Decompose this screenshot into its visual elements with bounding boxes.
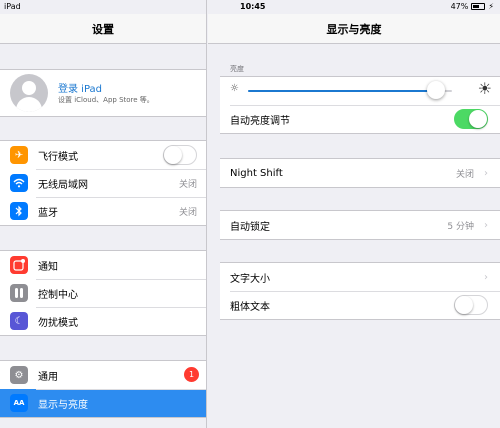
auto-lock-group: 自动锁定 5 分钟 ›: [220, 210, 500, 240]
display-icon: AA: [10, 394, 28, 412]
airplane-icon: ✈: [10, 146, 28, 164]
sidebar-item-label: 蓝牙: [38, 207, 58, 219]
settings-sidebar: 设置 登录 iPad 设置 iCloud、App Store 等。 ✈ 飞行模式…: [0, 0, 207, 428]
sidebar-item-label: 控制中心: [38, 289, 78, 301]
night-shift-value: 关闭: [455, 169, 474, 180]
status-bar: iPad 10:45 47% ⚡: [0, 0, 500, 14]
sidebar-item-notifications[interactable]: 通知: [0, 251, 206, 279]
gear-icon: ⚙: [10, 366, 28, 384]
bluetooth-status: 关闭: [178, 207, 197, 218]
sidebar-item-airplane-mode[interactable]: ✈ 飞行模式: [0, 141, 206, 169]
general-group: ⚙ 通用 1 AA 显示与亮度: [0, 360, 206, 418]
sidebar-item-wifi[interactable]: 无线局域网 关闭: [0, 169, 206, 197]
text-size-row[interactable]: 文字大小 ›: [220, 263, 500, 291]
notifications-group: 通知 控制中心 ☾ 勿扰模式: [0, 250, 206, 336]
detail-pane: 显示与亮度 亮度 ☼ ☀ 自动亮度调节 Night Shift 关闭 › 自动锁…: [208, 0, 500, 428]
brightness-slider[interactable]: [248, 90, 452, 92]
sidebar-item-display-brightness[interactable]: AA 显示与亮度: [0, 389, 206, 417]
sidebar-item-label: 勿扰模式: [38, 317, 78, 329]
wifi-status: 关闭: [178, 179, 197, 190]
profile-subtitle: 设置 iCloud、App Store 等。: [58, 96, 154, 104]
chevron-right-icon: ›: [484, 219, 488, 231]
auto-lock-row[interactable]: 自动锁定 5 分钟 ›: [220, 211, 500, 239]
text-group: 文字大小 › 粗体文本: [220, 262, 500, 320]
charging-icon: ⚡: [488, 2, 494, 11]
sun-small-icon: ☼: [230, 83, 239, 94]
bluetooth-icon: [10, 202, 28, 220]
general-badge: 1: [184, 367, 199, 382]
auto-lock-label: 自动锁定: [230, 221, 270, 233]
status-right: 47% ⚡: [451, 2, 494, 11]
sidebar-item-general[interactable]: ⚙ 通用 1: [0, 361, 206, 389]
sidebar-item-control-center[interactable]: 控制中心: [0, 279, 206, 307]
sidebar-item-label: 无线局域网: [38, 179, 88, 191]
control-center-icon: [10, 284, 28, 302]
sidebar-item-label: 通用: [38, 371, 58, 383]
chevron-right-icon: ›: [484, 167, 488, 179]
brightness-group: ☼ ☀ 自动亮度调节: [220, 76, 500, 134]
brightness-slider-row: ☼ ☀: [220, 77, 500, 105]
avatar: [10, 74, 48, 112]
battery-percent: 47%: [450, 2, 469, 11]
sidebar-item-label: 通知: [38, 261, 58, 273]
sidebar-item-label: 显示与亮度: [38, 399, 88, 411]
battery-fill: [473, 5, 479, 8]
moon-icon: ☾: [10, 312, 28, 330]
battery-icon: [471, 3, 486, 10]
auto-lock-value: 5 分钟: [447, 221, 474, 232]
device-label: iPad: [4, 2, 21, 11]
sidebar-title: 设置: [0, 14, 206, 44]
night-shift-label: Night Shift: [230, 167, 283, 179]
wifi-icon: [10, 174, 28, 192]
chevron-right-icon: ›: [484, 271, 488, 283]
auto-brightness-label: 自动亮度调节: [230, 115, 290, 127]
sidebar-item-bluetooth[interactable]: 蓝牙 关闭: [0, 197, 206, 225]
night-shift-row[interactable]: Night Shift 关闭 ›: [220, 159, 500, 187]
auto-brightness-toggle[interactable]: [454, 109, 488, 129]
bold-text-row: 粗体文本: [220, 291, 500, 319]
profile-title: 登录 iPad: [58, 84, 103, 95]
brightness-section-label: 亮度: [230, 65, 244, 73]
status-time: 10:45: [240, 2, 266, 11]
bold-text-label: 粗体文本: [230, 301, 270, 313]
text-size-label: 文字大小: [230, 273, 270, 285]
detail-title: 显示与亮度: [208, 14, 500, 44]
bold-text-toggle[interactable]: [454, 295, 488, 315]
auto-brightness-row: 自动亮度调节: [220, 105, 500, 133]
sidebar-item-do-not-disturb[interactable]: ☾ 勿扰模式: [0, 307, 206, 335]
profile-row[interactable]: 登录 iPad 设置 iCloud、App Store 等。: [0, 69, 206, 117]
notifications-icon: [10, 256, 28, 274]
sidebar-item-label: 飞行模式: [38, 151, 78, 163]
brightness-slider-knob[interactable]: [426, 81, 445, 99]
night-shift-group: Night Shift 关闭 ›: [220, 158, 500, 188]
connectivity-group: ✈ 飞行模式 无线局域网 关闭 蓝牙 关闭: [0, 140, 206, 226]
airplane-mode-toggle[interactable]: [163, 145, 197, 165]
sun-large-icon: ☀: [477, 79, 492, 98]
